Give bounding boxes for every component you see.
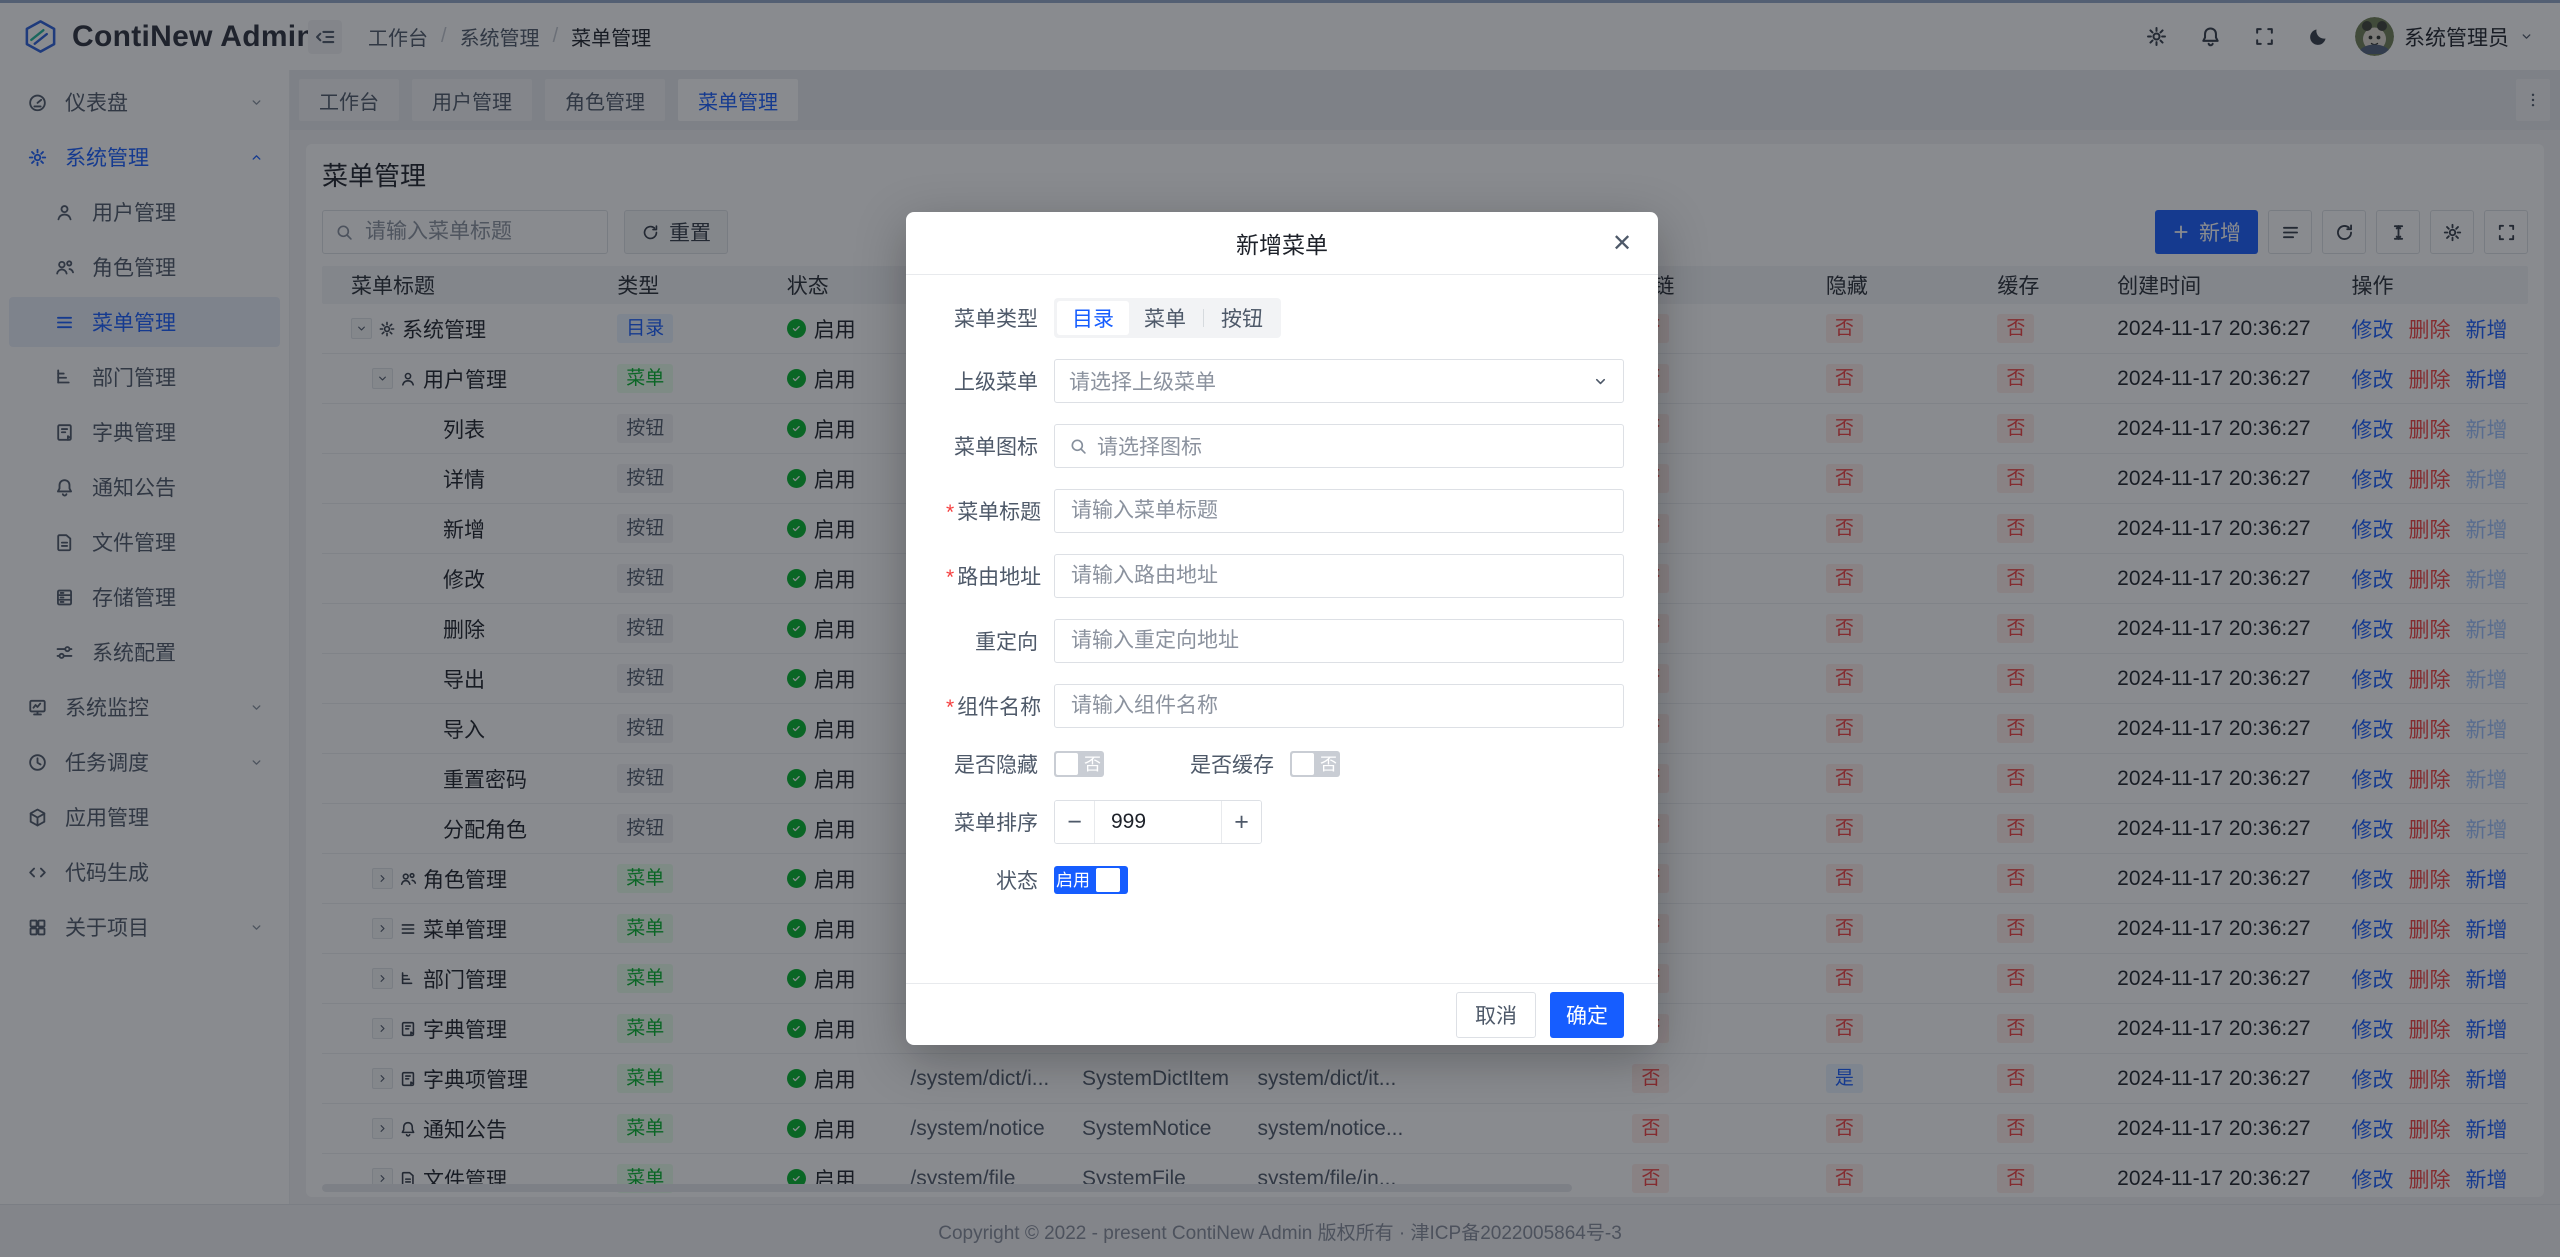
form-row-status: 状态 启用 — [946, 865, 1624, 895]
form-row-parent: 上级菜单 请选择上级菜单 — [946, 359, 1624, 403]
segment-directory[interactable]: 目录 — [1057, 301, 1129, 335]
parent-placeholder: 请选择上级菜单 — [1069, 366, 1216, 396]
modal-title: 新增菜单 — [1236, 226, 1328, 260]
status-switch[interactable]: 启用 — [1054, 866, 1128, 894]
switch-knob — [1056, 753, 1078, 775]
title-field — [1054, 489, 1624, 533]
segment-button[interactable]: 按钮 — [1206, 301, 1278, 335]
title-input[interactable] — [1069, 498, 1609, 524]
segment-divider — [1203, 309, 1204, 327]
parent-label: 上级菜单 — [946, 366, 1038, 396]
redirect-input[interactable] — [1069, 628, 1609, 654]
minus-icon[interactable]: − — [1055, 801, 1095, 843]
hidden-switch[interactable]: 否 — [1054, 751, 1104, 777]
redirect-label: 重定向 — [946, 626, 1038, 656]
close-icon[interactable]: ✕ — [1604, 225, 1640, 261]
sort-value[interactable]: 999 — [1095, 801, 1221, 843]
form-row-menu-type: 菜单类型 目录 菜单 按钮 — [946, 298, 1624, 338]
icon-placeholder: 请选择图标 — [1097, 431, 1202, 461]
redirect-field — [1054, 619, 1624, 663]
cache-switch[interactable]: 否 — [1290, 751, 1340, 777]
switch-knob — [1096, 868, 1120, 892]
status-label: 状态 — [946, 865, 1038, 895]
form-row-switches: 是否隐藏 否 是否缓存 否 — [946, 749, 1624, 779]
status-switch-value: 启用 — [1056, 872, 1090, 889]
form-row-component: *组件名称 — [946, 684, 1624, 728]
chevron-down-icon — [1592, 373, 1609, 390]
menu-type-label: 菜单类型 — [946, 303, 1038, 333]
switch-knob — [1292, 753, 1314, 775]
route-input[interactable] — [1069, 563, 1609, 589]
search-icon — [1069, 437, 1088, 456]
sort-stepper: − 999 + — [1054, 800, 1262, 844]
cache-label: 是否缓存 — [1190, 749, 1274, 779]
form-row-sort: 菜单排序 − 999 + — [946, 800, 1624, 844]
form-row-redirect: 重定向 — [946, 619, 1624, 663]
plus-icon[interactable]: + — [1221, 801, 1261, 843]
segment-menu[interactable]: 菜单 — [1129, 301, 1201, 335]
component-label: *组件名称 — [946, 691, 1038, 721]
icon-picker[interactable]: 请选择图标 — [1054, 424, 1624, 468]
cancel-button[interactable]: 取消 — [1456, 992, 1536, 1038]
title-label: *菜单标题 — [946, 496, 1038, 526]
menu-type-segmented: 目录 菜单 按钮 — [1054, 298, 1281, 338]
parent-select[interactable]: 请选择上级菜单 — [1054, 359, 1624, 403]
add-menu-modal: 新增菜单 ✕ 菜单类型 目录 菜单 按钮 上级菜单 请选择上级菜单 — [906, 212, 1658, 1045]
hidden-switch-value: 否 — [1084, 756, 1101, 773]
required-asterisk: * — [946, 566, 954, 589]
form-row-icon: 菜单图标 请选择图标 — [946, 424, 1624, 468]
component-input[interactable] — [1069, 693, 1609, 719]
form-row-route: *路由地址 — [946, 554, 1624, 598]
icon-label: 菜单图标 — [946, 431, 1038, 461]
sort-label: 菜单排序 — [946, 807, 1038, 837]
form-row-title: *菜单标题 — [946, 489, 1624, 533]
modal-footer: 取消 确定 — [906, 983, 1658, 1045]
hidden-label: 是否隐藏 — [946, 749, 1038, 779]
route-field — [1054, 554, 1624, 598]
cache-switch-value: 否 — [1320, 756, 1337, 773]
route-label: *路由地址 — [946, 561, 1038, 591]
required-asterisk: * — [946, 696, 954, 719]
modal-header: 新增菜单 ✕ — [906, 212, 1658, 275]
modal-body: 菜单类型 目录 菜单 按钮 上级菜单 请选择上级菜单 — [906, 275, 1658, 895]
required-asterisk: * — [946, 501, 954, 524]
confirm-button[interactable]: 确定 — [1550, 992, 1624, 1038]
component-field — [1054, 684, 1624, 728]
